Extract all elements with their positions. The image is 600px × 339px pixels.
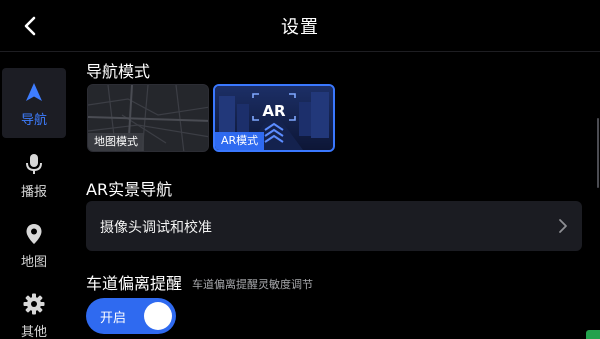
map-mode-label: 地图模式	[88, 133, 144, 151]
lane-departure-title: 车道偏离提醒	[86, 274, 183, 293]
camera-calibration-label: 摄像头调试和校准	[100, 220, 212, 236]
toggle-label: 开启	[100, 311, 127, 326]
nav-mode-title: 导航模式	[86, 62, 151, 81]
chevron-right-icon	[559, 219, 567, 233]
corner-indicator	[586, 330, 600, 339]
sidebar-item-label: 播报	[20, 184, 47, 200]
map-mode-option[interactable]: 地图模式	[87, 84, 209, 152]
lane-departure-description: 车道偏离提醒灵敏度调节	[192, 278, 313, 291]
ar-nav-title: AR实景导航	[86, 180, 173, 199]
sidebar-item-label: 地图	[20, 254, 47, 270]
sidebar-item-label: 导航	[20, 112, 47, 128]
sidebar-item-map[interactable]: 地图	[2, 210, 66, 280]
lane-departure-toggle[interactable]: 开启	[86, 298, 176, 334]
map-pin-icon	[21, 221, 47, 247]
header-divider	[0, 51, 600, 52]
page-title: 设置	[281, 17, 319, 38]
gear-icon	[21, 291, 47, 317]
sidebar: 导航 播报 地图 其他	[0, 52, 68, 339]
ar-mode-option[interactable]: AR AR模式	[213, 84, 335, 152]
sidebar-item-navigation[interactable]: 导航	[2, 68, 66, 138]
sidebar-item-other[interactable]: 其他	[2, 280, 66, 339]
camera-calibration-row[interactable]: 摄像头调试和校准	[86, 201, 582, 251]
ar-mode-label: AR模式	[215, 132, 265, 150]
header: 设置	[0, 0, 600, 52]
scrollbar[interactable]	[597, 118, 599, 188]
toggle-knob	[144, 302, 172, 330]
microphone-icon	[21, 151, 47, 177]
sidebar-item-label: 其他	[20, 324, 47, 339]
sidebar-item-broadcast[interactable]: 播报	[2, 140, 66, 210]
ar-overlay-text: AR	[262, 102, 286, 120]
navigation-arrow-icon	[21, 79, 47, 105]
